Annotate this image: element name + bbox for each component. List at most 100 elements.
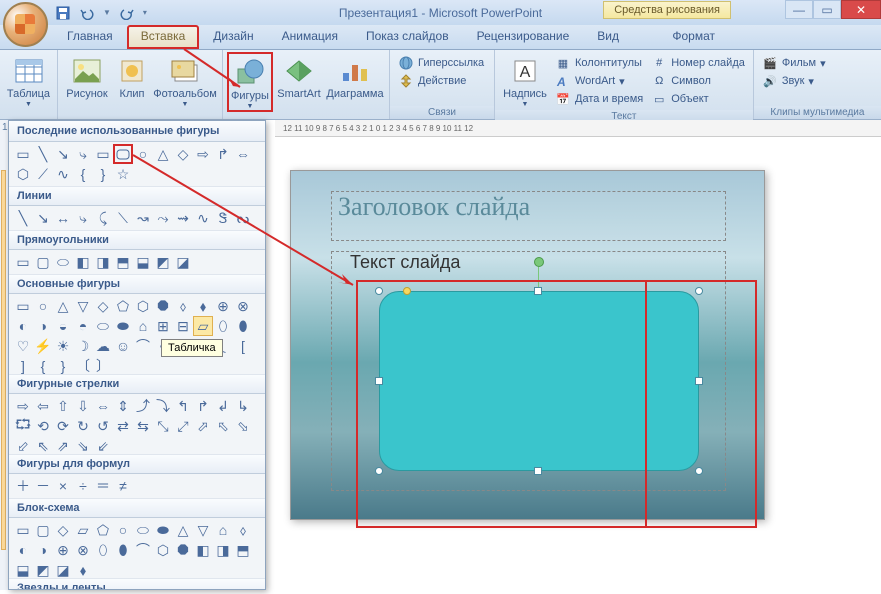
shape-brace-r[interactable]: } [93,164,113,184]
fc16[interactable]: ⊗ [73,540,93,560]
rect-4[interactable]: ◧ [73,252,93,272]
b40[interactable]: 〔 [73,356,93,376]
a16[interactable]: ↻ [73,416,93,436]
hyperlink-button[interactable]: Гиперссылка [394,54,488,72]
shape-line-arrow[interactable]: ↘ [53,144,73,164]
fc6[interactable]: ○ [113,520,133,540]
a5[interactable]: ⇔ [93,396,113,416]
shape-hexagon[interactable]: ⬡ [13,164,33,184]
fc22[interactable]: ◧ [193,540,213,560]
a28[interactable]: ⇘ [73,436,93,456]
b16[interactable]: ◓ [73,316,93,336]
object-button[interactable]: ▭Объект [647,90,749,108]
fc3[interactable]: ◇ [53,520,73,540]
f4[interactable]: ÷ [73,476,93,496]
b19[interactable]: ⌂ [133,316,153,336]
tab-home[interactable]: Главная [53,25,127,49]
restore-button[interactable]: ▭ [813,0,841,19]
a23[interactable]: ⬁ [213,416,233,436]
movie-button[interactable]: 🎬Фильм ▾ [758,54,830,72]
action-button[interactable]: Действие [394,72,470,90]
fc20[interactable]: ⬡ [153,540,173,560]
fc1[interactable]: ▭ [13,520,33,540]
b28[interactable]: ☽ [73,336,93,356]
fc27[interactable]: ◪ [53,560,73,580]
slidenum-button[interactable]: #Номер слайда [647,54,749,72]
clip-button[interactable]: Клип [112,52,152,100]
a19[interactable]: ⇆ [133,416,153,436]
b21[interactable]: ⊟ [173,316,193,336]
a1[interactable]: ⇨ [13,396,33,416]
a18[interactable]: ⇄ [113,416,133,436]
a11[interactable]: ↲ [213,396,233,416]
shape-brace-l[interactable]: { [73,164,93,184]
b20[interactable]: ⊞ [153,316,173,336]
picture-button[interactable]: Рисунок [62,52,112,100]
a7[interactable]: ⤴ [133,396,153,416]
fc28[interactable]: ⬧ [73,560,93,580]
a21[interactable]: ⤢ [173,416,193,436]
tab-format[interactable]: Формат [658,25,729,46]
datetime-button[interactable]: 📅Дата и время [551,90,647,108]
fc23[interactable]: ◨ [213,540,233,560]
fc7[interactable]: ⬭ [133,520,153,540]
b23[interactable]: ⬯ [213,316,233,336]
a15[interactable]: ⟳ [53,416,73,436]
fc26[interactable]: ◩ [33,560,53,580]
b27[interactable]: ☀ [53,336,73,356]
redo-icon[interactable] [119,5,135,21]
f6[interactable]: ≠ [113,476,133,496]
undo-dropdown-icon[interactable]: ▼ [103,8,111,17]
a2[interactable]: ⇦ [33,396,53,416]
textbox-button[interactable]: A Надпись ▼ [499,52,551,108]
fc11[interactable]: ⌂ [213,520,233,540]
a22[interactable]: ⬀ [193,416,213,436]
b30[interactable]: ☺ [113,336,133,356]
b36[interactable]: [ [233,336,253,356]
fc18[interactable]: ⬮ [113,540,133,560]
b3[interactable]: △ [53,296,73,316]
f1[interactable]: ＋ [13,476,33,496]
wordart-button[interactable]: AWordArt ▾ [551,72,647,90]
shape-rect[interactable]: ▭ [93,144,113,164]
fc24[interactable]: ⬒ [233,540,253,560]
a10[interactable]: ↱ [193,396,213,416]
a8[interactable]: ⤵ [153,396,173,416]
b29[interactable]: ☁ [93,336,113,356]
fc15[interactable]: ⊕ [53,540,73,560]
office-button[interactable] [3,2,48,47]
tab-animation[interactable]: Анимация [268,25,352,49]
qat-more-icon[interactable]: ▾ [143,8,147,17]
a20[interactable]: ⤡ [153,416,173,436]
fc9[interactable]: △ [173,520,193,540]
save-icon[interactable] [55,5,71,21]
fc21[interactable]: ⯃ [173,540,193,560]
rect-5[interactable]: ◨ [93,252,113,272]
a12[interactable]: ↳ [233,396,253,416]
b14[interactable]: ◑ [33,316,53,336]
symbol-button[interactable]: ΩСимвол [647,72,749,90]
b39[interactable]: } [53,356,73,376]
b26[interactable]: ⚡ [33,336,53,356]
fc14[interactable]: ◑ [33,540,53,560]
shape-curve1[interactable]: ⟋ [33,164,53,184]
a26[interactable]: ⇖ [33,436,53,456]
b4[interactable]: ▽ [73,296,93,316]
b2[interactable]: ○ [33,296,53,316]
smartart-button[interactable]: SmartArt [273,52,325,100]
b25[interactable]: ♡ [13,336,33,356]
b5[interactable]: ◇ [93,296,113,316]
tab-slideshow[interactable]: Показ слайдов [352,25,463,49]
b18[interactable]: ⬬ [113,316,133,336]
a24[interactable]: ⬂ [233,416,253,436]
a29[interactable]: ⇙ [93,436,113,456]
fc8[interactable]: ⬬ [153,520,173,540]
b13[interactable]: ◐ [13,316,33,336]
line-2[interactable]: ↘ [33,208,53,228]
b37[interactable]: ] [13,356,33,376]
rect-3[interactable]: ⬭ [53,252,73,272]
shape-curve2[interactable]: ∿ [53,164,73,184]
header-button[interactable]: ▦Колонтитулы [551,54,647,72]
sound-button[interactable]: 🔊Звук ▾ [758,72,818,90]
b22-plaque[interactable]: ▱ [193,316,213,336]
